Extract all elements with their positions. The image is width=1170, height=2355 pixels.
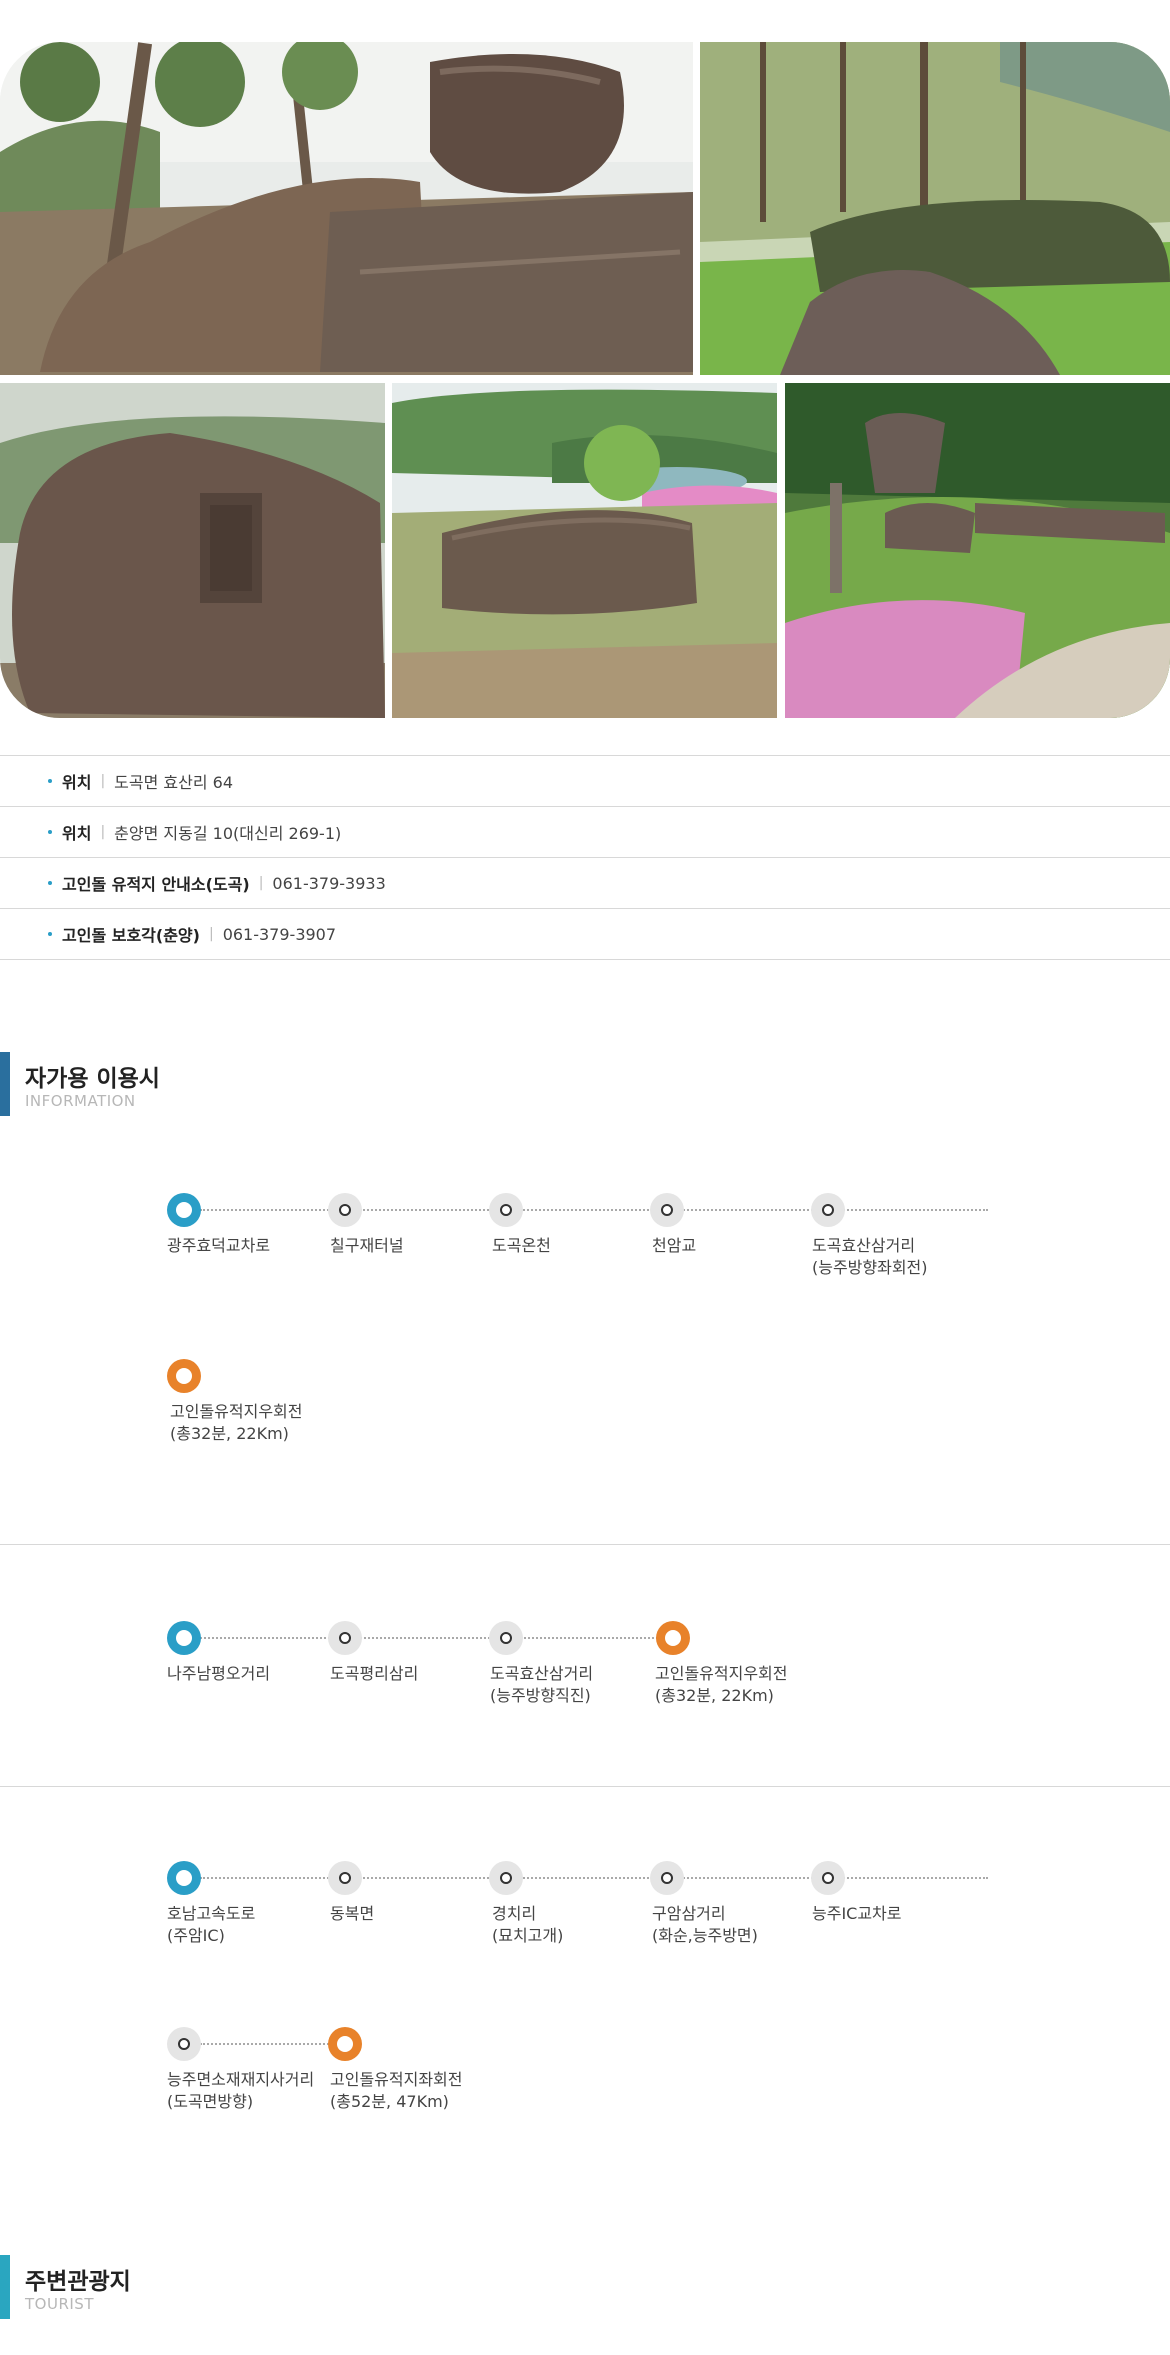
route-connector [200,1209,988,1211]
route-stop-label: 구암삼거리 (화순,능주방면) [652,1904,758,1945]
route-stop-label: 천암교 [652,1236,697,1255]
info-label: 고인돌 유적지 안내소(도곡) [62,875,250,894]
route-stop-label: 능주면소재재지사거리 (도곡면방향) [167,2070,315,2111]
route-start-marker [167,1861,201,1895]
dolmen-photo-flat-stone [392,383,777,718]
info-value: 춘양면 지동길 10(대신리 269-1) [114,824,342,843]
section-accent-bar [0,2255,10,2319]
route-stop-label: 광주효덕교차로 [167,1236,271,1255]
section-heading-information: 자가용 이용시 INFORMATION [0,1052,400,1116]
route-waypoint-marker [328,1861,362,1895]
route-connector [200,1877,988,1879]
route-destination-marker [328,2027,362,2061]
location-info-list: 위치 | 도곡면 효산리 64 위치 | 춘양면 지동길 10(대신리 269-… [0,755,1170,960]
route-start-marker [167,1621,201,1655]
dolmen-photo-forest-lawn [700,42,1170,375]
route-destination-marker [167,1359,201,1393]
bullet-icon [48,830,52,834]
route-waypoint-marker [489,1193,523,1227]
section-subtitle: INFORMATION [25,1092,136,1110]
info-value: 도곡면 효산리 64 [114,773,234,792]
section-title: 주변관광지 [25,2269,131,2295]
route-waypoint-marker [167,2027,201,2061]
route-destination-marker [656,1621,690,1655]
route-stop-label: 도곡효산삼거리 (능주방향직진) [490,1664,594,1705]
route-waypoint-marker [489,1621,523,1655]
route-stop-label: 나주남평오거리 [167,1664,271,1683]
photo-gallery [0,42,1170,718]
section-accent-bar [0,1052,10,1116]
info-separator: | [208,926,214,942]
section-divider [0,1786,1170,1787]
info-separator: | [100,824,106,840]
section-heading-tourist: 주변관광지 TOURIST [0,2255,400,2319]
route-stop-label: 도곡평리삼리 [330,1664,419,1683]
dolmen-photo-stacked-rocks [0,42,693,375]
route-stop-label: 고인돌유적지우회전 (총32분, 22Km) [655,1664,788,1705]
info-row-location-1: 위치 | 도곡면 효산리 64 [0,756,1170,807]
section-subtitle: TOURIST [25,2295,94,2313]
route-waypoint-marker [811,1861,845,1895]
route-stop-label: 동복면 [330,1904,375,1923]
route-waypoint-marker [328,1621,362,1655]
route-stop-label: 도곡온천 [492,1236,551,1255]
route-stop-label: 경치리 (묘치고개) [492,1904,564,1945]
bullet-icon [48,779,52,783]
route-start-marker [167,1193,201,1227]
dolmen-photo-field-cosmos [785,383,1170,718]
section-divider [0,1544,1170,1545]
info-label: 위치 [62,773,92,792]
info-row-visitor-center: 고인돌 유적지 안내소(도곡) | 061-379-3933 [0,858,1170,909]
route-waypoint-marker [489,1861,523,1895]
info-row-location-2: 위치 | 춘양면 지동길 10(대신리 269-1) [0,807,1170,858]
route-connector [200,1637,670,1639]
route-waypoint-marker [811,1193,845,1227]
info-separator: | [258,875,264,891]
route-connector [200,2043,340,2045]
route-waypoint-marker [650,1193,684,1227]
route-stop-label: 칠구재터널 [330,1236,404,1255]
info-label: 고인돌 보호각(춘양) [62,926,200,945]
phone-number[interactable]: 061-379-3933 [272,874,385,893]
route-waypoint-marker [650,1861,684,1895]
route-stop-label: 능주IC교차로 [812,1904,902,1923]
info-row-protection-pavilion: 고인돌 보호각(춘양) | 061-379-3907 [0,909,1170,960]
bullet-icon [48,881,52,885]
route-stop-label: 도곡효산삼거리 (능주방향좌회전) [812,1236,928,1277]
route-waypoint-marker [328,1193,362,1227]
section-title: 자가용 이용시 [25,1066,160,1092]
route-stop-label: 고인돌유적지좌회전 (총52분, 47Km) [330,2070,463,2111]
phone-number[interactable]: 061-379-3907 [223,925,336,944]
route-stop-label: 호남고속도로 (주암IC) [167,1904,256,1945]
dolmen-photo-carved-boulder [0,383,385,718]
bullet-icon [48,932,52,936]
info-separator: | [100,773,106,789]
info-label: 위치 [62,824,92,843]
route-stop-label: 고인돌유적지우회전 (총32분, 22Km) [170,1402,303,1443]
